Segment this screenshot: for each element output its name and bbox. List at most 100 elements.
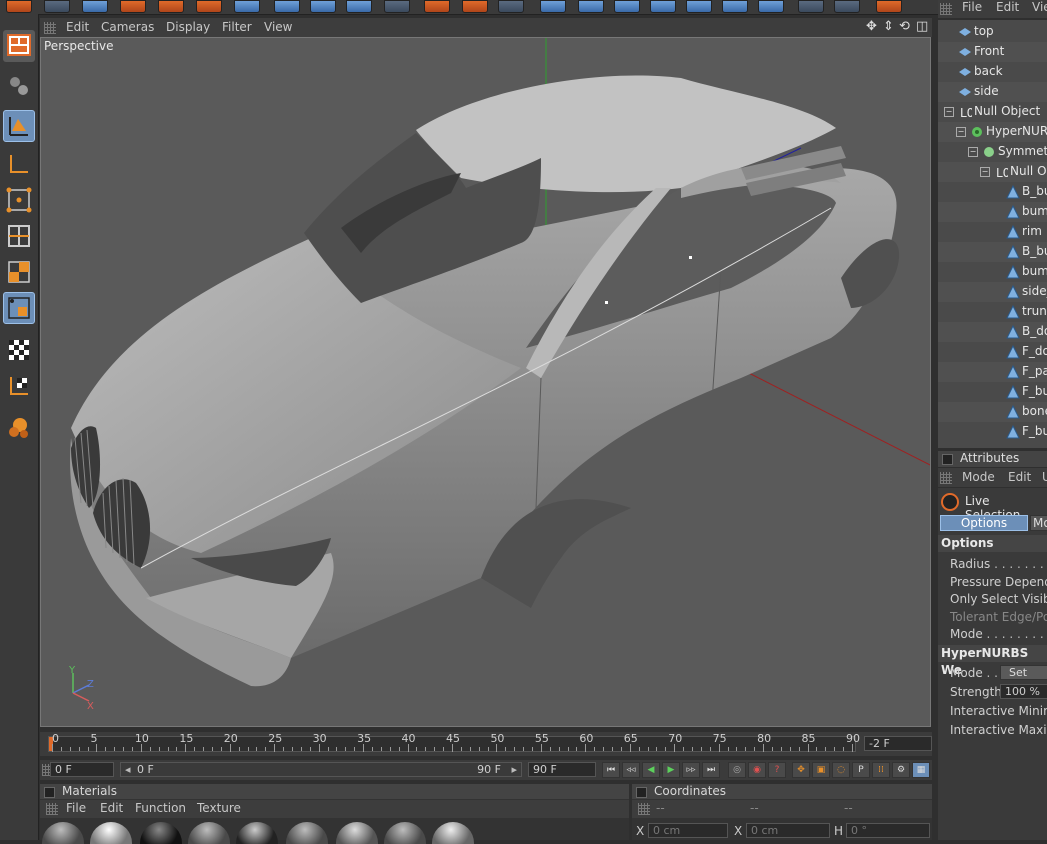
collapse-toggle-icon[interactable]: −	[980, 167, 990, 177]
move-view-icon[interactable]: ✥	[866, 19, 877, 34]
render-settings-button[interactable]	[498, 0, 524, 13]
object-row[interactable]: −L0Null Ob	[938, 162, 1047, 182]
key-rotation-button[interactable]: ◌	[832, 762, 850, 778]
material-swatch[interactable]	[42, 822, 84, 844]
object-row[interactable]: rim	[938, 222, 1047, 242]
rotate-view-icon[interactable]: ⟲	[899, 19, 910, 34]
play-forward-button[interactable]: ▶	[662, 762, 680, 778]
menu-cameras[interactable]: Cameras	[101, 20, 154, 34]
go-to-start-button[interactable]: ⏮	[602, 762, 620, 778]
key-parameter-button[interactable]: P	[852, 762, 870, 778]
position-x-field[interactable]: 0 cm	[648, 823, 728, 838]
key-scale-button[interactable]: ▣	[812, 762, 830, 778]
materials-menu-texture[interactable]: Texture	[197, 801, 241, 815]
range-slider[interactable]: ◂ 0 F 90 F ▸	[120, 762, 522, 777]
material-swatch[interactable]	[140, 822, 182, 844]
camera-button[interactable]	[758, 0, 784, 13]
use-model-button[interactable]	[3, 292, 35, 324]
prev-key-button[interactable]: ◃◃	[622, 762, 640, 778]
recent-tool-button[interactable]	[234, 0, 260, 13]
drag-grip-icon[interactable]	[638, 803, 650, 815]
rotation-h-field[interactable]: 0 °	[846, 823, 930, 838]
object-row[interactable]: F_bu	[938, 382, 1047, 402]
nurbs-button[interactable]	[614, 0, 640, 13]
coordinate-system-button[interactable]	[384, 0, 410, 13]
object-row[interactable]: B_bu	[938, 242, 1047, 262]
y-axis-lock-button[interactable]	[310, 0, 336, 13]
material-swatch[interactable]	[90, 822, 132, 844]
object-menu-view[interactable]: Vie	[1032, 0, 1047, 14]
end-frame-field[interactable]: 90 F	[528, 762, 596, 777]
panel-toggle-icon[interactable]	[942, 454, 953, 465]
polygons-mode-button[interactable]	[3, 256, 35, 288]
hn-mode-dropdown[interactable]: Set	[1000, 665, 1047, 680]
drag-grip-icon[interactable]	[940, 472, 952, 484]
object-row[interactable]: − HyperNURB	[938, 122, 1047, 142]
attributes-menu-mode[interactable]: Mode	[962, 470, 995, 484]
sculpt-button[interactable]	[3, 412, 35, 444]
material-swatch[interactable]	[336, 822, 378, 844]
tab-options[interactable]: Options	[940, 515, 1028, 531]
object-row[interactable]: − Symmetr	[938, 142, 1047, 162]
live-selection-button[interactable]	[82, 0, 108, 13]
points-mode-button[interactable]	[3, 184, 35, 216]
timeline-layout-button[interactable]: ▦	[912, 762, 930, 778]
deformer-button[interactable]	[686, 0, 712, 13]
render-view-button[interactable]	[424, 0, 450, 13]
autokey-button[interactable]: ◉	[748, 762, 766, 778]
layout-button[interactable]	[876, 0, 902, 13]
texture-mode-button[interactable]	[3, 334, 35, 366]
go-to-end-button[interactable]: ⏭	[702, 762, 720, 778]
undo-button[interactable]	[6, 0, 32, 13]
materials-menu-file[interactable]: File	[66, 801, 86, 815]
object-row[interactable]: F_do	[938, 342, 1047, 362]
timeline-settings-button[interactable]: ⚙	[892, 762, 910, 778]
material-swatch[interactable]	[286, 822, 328, 844]
key-pla-button[interactable]: ⁞⁞	[872, 762, 890, 778]
model-tool-button[interactable]	[3, 70, 35, 102]
object-axis-button[interactable]	[3, 148, 35, 180]
object-row[interactable]: bump	[938, 202, 1047, 222]
menu-display[interactable]: Display	[166, 20, 210, 34]
render-region-button[interactable]	[834, 0, 860, 13]
size-x-field[interactable]: 0 cm	[746, 823, 830, 838]
object-row[interactable]: F_bu	[938, 422, 1047, 442]
material-swatch[interactable]	[236, 822, 278, 844]
object-row[interactable]: back	[938, 62, 1047, 82]
perspective-viewport[interactable]: Y Z X	[40, 37, 931, 727]
range-left-arrow-icon[interactable]: ◂	[125, 763, 131, 776]
array-button[interactable]	[650, 0, 676, 13]
object-row[interactable]: side	[938, 82, 1047, 102]
current-frame-field[interactable]: -2 F	[864, 736, 932, 751]
rotate-button[interactable]	[196, 0, 222, 13]
collapse-toggle-icon[interactable]: −	[944, 107, 954, 117]
object-menu-file[interactable]: File	[962, 0, 982, 14]
collapse-toggle-icon[interactable]: −	[968, 147, 978, 157]
attributes-menu-user[interactable]: U	[1042, 470, 1047, 484]
object-row[interactable]: B_do	[938, 322, 1047, 342]
object-row[interactable]: trunk	[938, 302, 1047, 322]
cube-primitive-button[interactable]	[540, 0, 566, 13]
materials-menu-edit[interactable]: Edit	[100, 801, 123, 815]
maximize-view-icon[interactable]: ◫	[916, 19, 928, 34]
object-row[interactable]: top	[938, 22, 1047, 42]
material-swatch[interactable]	[384, 822, 426, 844]
menu-view[interactable]: View	[264, 20, 292, 34]
material-swatch[interactable]	[432, 822, 474, 844]
collapse-toggle-icon[interactable]: −	[956, 127, 966, 137]
object-row[interactable]: − L0 Null Object	[938, 102, 1047, 122]
range-right-arrow-icon[interactable]: ▸	[511, 763, 517, 776]
record-button[interactable]: ◎	[728, 762, 746, 778]
object-row[interactable]: B_bu	[938, 182, 1047, 202]
layout-switch-button[interactable]	[3, 30, 35, 62]
object-tool-button[interactable]	[3, 110, 35, 142]
object-menu-edit[interactable]: Edit	[996, 0, 1019, 14]
material-swatch[interactable]	[188, 822, 230, 844]
redo-button[interactable]	[44, 0, 70, 13]
scale-button[interactable]	[158, 0, 184, 13]
drag-grip-icon[interactable]	[44, 22, 56, 34]
start-frame-field[interactable]: 0 F	[50, 762, 114, 777]
spline-pen-button[interactable]	[578, 0, 604, 13]
scene-button[interactable]	[722, 0, 748, 13]
timeline[interactable]: 0 5 10 15 20 25 30 35 40 45 50 55 60 65 70 75 80 85 90 -2 …	[40, 732, 932, 756]
